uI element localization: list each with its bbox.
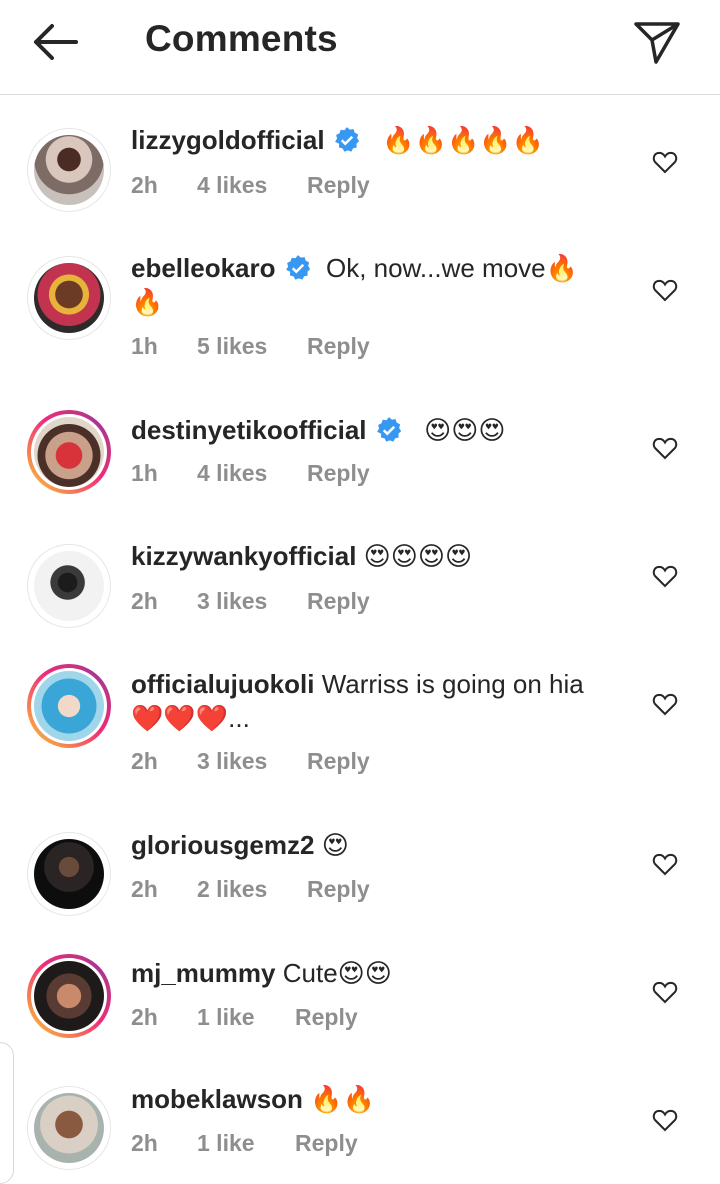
comment-time: 1h	[131, 333, 158, 359]
comment-item: kizzywankyofficial 😍😍😍😍 2h 3 likes Reply	[0, 514, 720, 642]
comment-time: 2h	[131, 876, 158, 902]
heart-icon[interactable]	[652, 1108, 678, 1132]
reply-button[interactable]: Reply	[307, 460, 370, 487]
verified-badge-icon	[285, 255, 310, 280]
edge-swipe-handle[interactable]	[0, 1042, 14, 1184]
avatar[interactable]	[27, 256, 111, 340]
back-arrow-icon[interactable]	[30, 22, 82, 62]
page-title: Comments	[145, 18, 338, 59]
avatar[interactable]	[27, 128, 111, 212]
heart-icon[interactable]	[652, 692, 678, 716]
comment-item: ebelleokaro Ok, now...we move🔥🔥 1h 5 like…	[0, 224, 720, 386]
reply-button[interactable]: Reply	[295, 1004, 358, 1031]
reply-button[interactable]: Reply	[307, 588, 370, 615]
avatar[interactable]	[27, 1086, 111, 1170]
comment-item: mobeklawson 🔥🔥 2h 1 like Reply	[0, 1060, 720, 1177]
comment-likes[interactable]: 1 like	[197, 1130, 295, 1157]
comment-username[interactable]: destinyetikoofficial	[131, 415, 367, 445]
comment-username[interactable]: ebelleokaro	[131, 253, 276, 283]
comment-time: 1h	[131, 460, 158, 486]
comment-time: 2h	[131, 172, 158, 198]
comment-likes[interactable]: 3 likes	[197, 588, 307, 615]
comment-likes[interactable]: 4 likes	[197, 172, 307, 199]
comment-username[interactable]: mj_mummy	[131, 958, 276, 988]
comment-text: 🔥🔥🔥🔥🔥	[382, 125, 545, 155]
verified-badge-icon	[376, 417, 401, 442]
heart-icon[interactable]	[652, 436, 678, 460]
comment-time: 2h	[131, 1004, 158, 1030]
comment-username[interactable]: officialujuokoli	[131, 669, 314, 699]
comment-text: 😍😍😍😍	[363, 541, 473, 571]
heart-icon[interactable]	[652, 980, 678, 1004]
avatar-story-ring[interactable]	[27, 954, 111, 1038]
heart-icon[interactable]	[652, 564, 678, 588]
comment-time: 2h	[131, 1130, 158, 1156]
heart-icon[interactable]	[652, 150, 678, 174]
comment-time: 2h	[131, 748, 158, 774]
comment-text: 😍😍😍	[424, 415, 506, 445]
verified-badge-icon	[334, 127, 359, 152]
avatar[interactable]	[27, 544, 111, 628]
comment-item: mj_mummy Cute😍😍 2h 1 like Reply	[0, 932, 720, 1060]
comment-likes[interactable]: 3 likes	[197, 748, 307, 775]
reply-button[interactable]: Reply	[307, 172, 370, 199]
comment-text: Cute😍😍	[282, 958, 392, 988]
comment-item: destinyetikoofficial 😍😍😍 1h 4 likes Reply	[0, 386, 720, 514]
comment-likes[interactable]: 2 likes	[197, 876, 307, 903]
avatar-story-ring[interactable]	[27, 410, 111, 494]
comment-time: 2h	[131, 588, 158, 614]
comment-likes[interactable]: 1 like	[197, 1004, 295, 1031]
comment-likes[interactable]: 5 likes	[197, 333, 307, 360]
reply-button[interactable]: Reply	[307, 748, 370, 775]
comment-item: lizzygoldofficial 🔥🔥🔥🔥🔥 2h 4 likes Reply	[0, 96, 720, 224]
comment-text: 🔥🔥	[310, 1084, 375, 1114]
reply-button[interactable]: Reply	[295, 1130, 358, 1157]
reply-button[interactable]: Reply	[307, 333, 370, 360]
comment-username[interactable]: lizzygoldofficial	[131, 125, 325, 155]
comment-username[interactable]: mobeklawson	[131, 1084, 303, 1114]
comment-username[interactable]: kizzywankyofficial	[131, 541, 356, 571]
comment-username[interactable]: gloriousgemz2	[131, 830, 314, 860]
reply-button[interactable]: Reply	[307, 876, 370, 903]
heart-icon[interactable]	[652, 852, 678, 876]
header-bar: Comments	[0, 0, 720, 95]
heart-icon[interactable]	[652, 278, 678, 302]
avatar-story-ring[interactable]	[27, 664, 111, 748]
avatar[interactable]	[27, 832, 111, 916]
comment-item: gloriousgemz2 😍 2h 2 likes Reply	[0, 804, 720, 932]
send-icon[interactable]	[632, 16, 682, 66]
comment-item: officialujuokoli Warriss is going on hia…	[0, 642, 720, 804]
comment-text: 😍	[321, 830, 349, 860]
comment-likes[interactable]: 4 likes	[197, 460, 307, 487]
